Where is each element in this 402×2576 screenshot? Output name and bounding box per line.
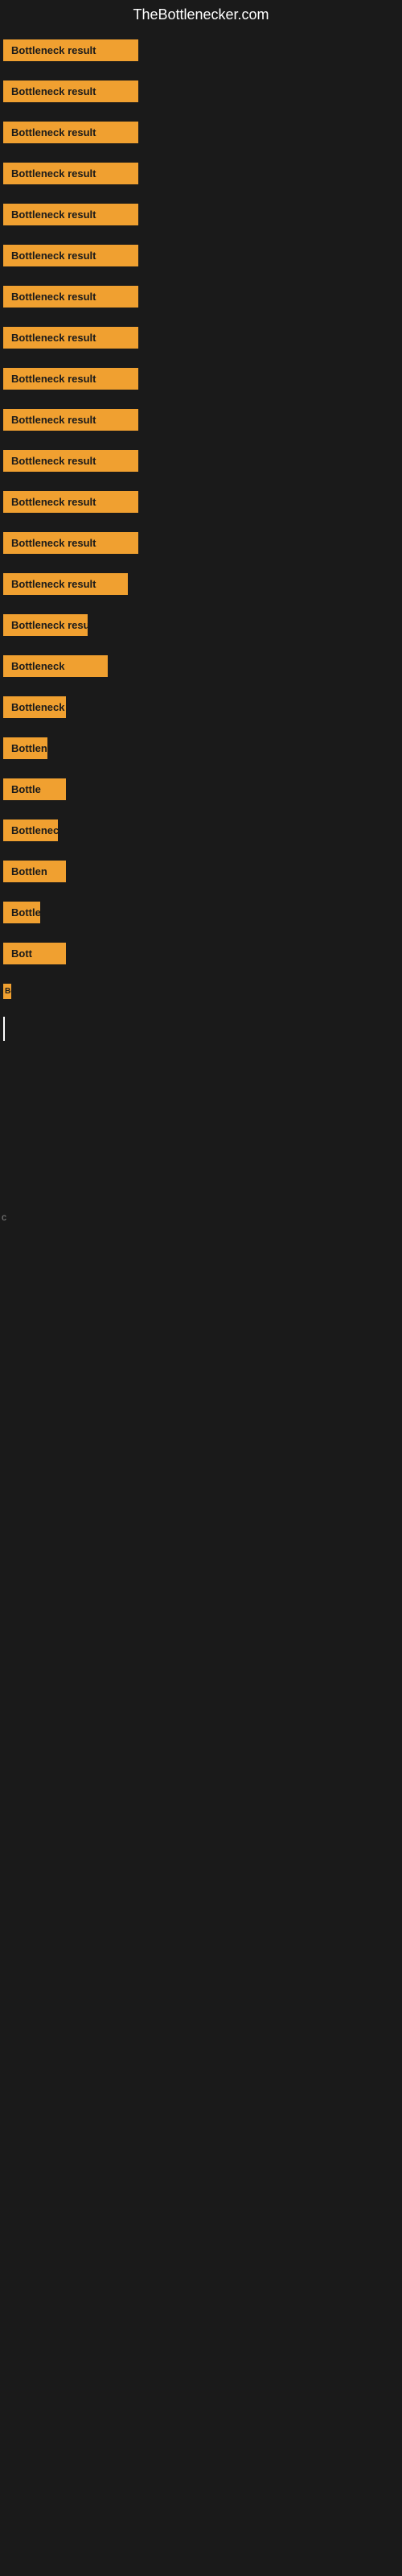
bottleneck-badge-20[interactable]: Bottlenec: [3, 819, 58, 841]
bottleneck-badge-16[interactable]: Bottleneck: [3, 655, 108, 677]
bottleneck-badge-10[interactable]: Bottleneck result: [3, 409, 138, 431]
bottleneck-badge-1[interactable]: Bottleneck result: [3, 39, 138, 61]
spacer-7: [0, 1369, 402, 1418]
bottleneck-badge-9[interactable]: Bottleneck result: [3, 368, 138, 390]
bottleneck-badge-4[interactable]: Bottleneck result: [3, 163, 138, 184]
row-wrapper-4: Bottleneck result: [0, 153, 402, 194]
bottleneck-item-12: Bottleneck result: [3, 491, 402, 513]
row-wrapper-21: Bottlen: [0, 851, 402, 892]
row-wrapper-16: Bottleneck: [0, 646, 402, 687]
bottleneck-item-13: Bottleneck result: [3, 532, 402, 554]
bottleneck-item-11: Bottleneck result: [3, 450, 402, 472]
row-wrapper-24: Bottlenec: [0, 974, 402, 1009]
bottleneck-item-6: Bottleneck result: [3, 245, 402, 266]
bottleneck-item-9: Bottleneck result: [3, 368, 402, 390]
bottleneck-badge-3[interactable]: Bottleneck result: [3, 122, 138, 143]
bottleneck-badge-24[interactable]: Bottlenec: [3, 984, 11, 999]
row-wrapper-22: Bottleneck: [0, 892, 402, 933]
bottleneck-badge-13[interactable]: Bottleneck result: [3, 532, 138, 554]
bottleneck-item-16: Bottleneck: [3, 655, 402, 677]
row-wrapper-5: Bottleneck result: [0, 194, 402, 235]
spacer-4: [0, 1224, 402, 1273]
bottleneck-badge-18[interactable]: Bottlenec: [3, 737, 47, 759]
bottom-section: c: [0, 1186, 402, 1418]
bottleneck-item-14: Bottleneck result: [3, 573, 402, 595]
bottleneck-item-15: Bottleneck resu: [3, 614, 402, 636]
bottleneck-badge-19[interactable]: Bottle: [3, 778, 66, 800]
bottleneck-badge-12[interactable]: Bottleneck result: [3, 491, 138, 513]
row-wrapper-19: Bottle: [0, 769, 402, 810]
bottleneck-item-1: Bottleneck result: [3, 39, 402, 61]
bottleneck-list: Bottleneck result Bottleneck result Bottle…: [0, 30, 402, 1009]
row-wrapper-20: Bottlenec: [0, 810, 402, 851]
row-wrapper-6: Bottleneck result: [0, 235, 402, 276]
bottleneck-item-10: Bottleneck result: [3, 409, 402, 431]
bottom-char: c: [2, 1212, 6, 1223]
spacer-5: [0, 1273, 402, 1321]
bottleneck-item-24: Bottlenec: [3, 984, 402, 999]
bottleneck-badge-21[interactable]: Bottlen: [3, 861, 66, 882]
row-wrapper-8: Bottleneck result: [0, 317, 402, 358]
bottleneck-item-4: Bottleneck result: [3, 163, 402, 184]
row-wrapper-18: Bottlenec: [0, 728, 402, 769]
bottleneck-item-20: Bottlenec: [3, 819, 402, 841]
bottleneck-badge-23[interactable]: Bott: [3, 943, 66, 964]
site-title-text: TheBottlenecker.com: [133, 6, 269, 23]
bottleneck-badge-14[interactable]: Bottleneck result: [3, 573, 128, 595]
spacer-2: [0, 1089, 402, 1137]
row-wrapper-17: Bottleneck re: [0, 687, 402, 728]
bottleneck-item-21: Bottlen: [3, 861, 402, 882]
row-wrapper-23: Bott: [0, 933, 402, 974]
bottleneck-item-19: Bottle: [3, 778, 402, 800]
row-wrapper-14: Bottleneck result: [0, 564, 402, 605]
bottleneck-badge-6[interactable]: Bottleneck result: [3, 245, 138, 266]
bottleneck-item-7: Bottleneck result: [3, 286, 402, 308]
row-wrapper-1: Bottleneck result: [0, 30, 402, 71]
bottleneck-badge-11[interactable]: Bottleneck result: [3, 450, 138, 472]
bottleneck-badge-7[interactable]: Bottleneck result: [3, 286, 138, 308]
bottleneck-badge-5[interactable]: Bottleneck result: [3, 204, 138, 225]
row-wrapper-2: Bottleneck result: [0, 71, 402, 112]
bottleneck-badge-15[interactable]: Bottleneck resu: [3, 614, 88, 636]
cursor-area: [0, 1009, 402, 1041]
row-wrapper-15: Bottleneck resu: [0, 605, 402, 646]
bottleneck-badge-2[interactable]: Bottleneck result: [3, 80, 138, 102]
bottleneck-item-17: Bottleneck re: [3, 696, 402, 718]
cursor-line: [3, 1017, 5, 1041]
spacer-3: [0, 1137, 402, 1186]
site-title: TheBottlenecker.com: [0, 0, 402, 30]
row-wrapper-10: Bottleneck result: [0, 399, 402, 440]
bottleneck-badge-22[interactable]: Bottleneck: [3, 902, 40, 923]
row-wrapper-7: Bottleneck result: [0, 276, 402, 317]
spacer-1: [0, 1041, 402, 1089]
bottleneck-item-23: Bott: [3, 943, 402, 964]
spacer-6: [0, 1321, 402, 1369]
bottleneck-item-2: Bottleneck result: [3, 80, 402, 102]
bottleneck-badge-17[interactable]: Bottleneck re: [3, 696, 66, 718]
row-wrapper-11: Bottleneck result: [0, 440, 402, 481]
bottleneck-item-5: Bottleneck result: [3, 204, 402, 225]
row-wrapper-3: Bottleneck result: [0, 112, 402, 153]
row-wrapper-12: Bottleneck result: [0, 481, 402, 522]
row-wrapper-13: Bottleneck result: [0, 522, 402, 564]
bottleneck-item-22: Bottleneck: [3, 902, 402, 923]
bottleneck-item-18: Bottlenec: [3, 737, 402, 759]
bottleneck-item-8: Bottleneck result: [3, 327, 402, 349]
bottleneck-item-3: Bottleneck result: [3, 122, 402, 143]
bottleneck-badge-8[interactable]: Bottleneck result: [3, 327, 138, 349]
row-wrapper-9: Bottleneck result: [0, 358, 402, 399]
